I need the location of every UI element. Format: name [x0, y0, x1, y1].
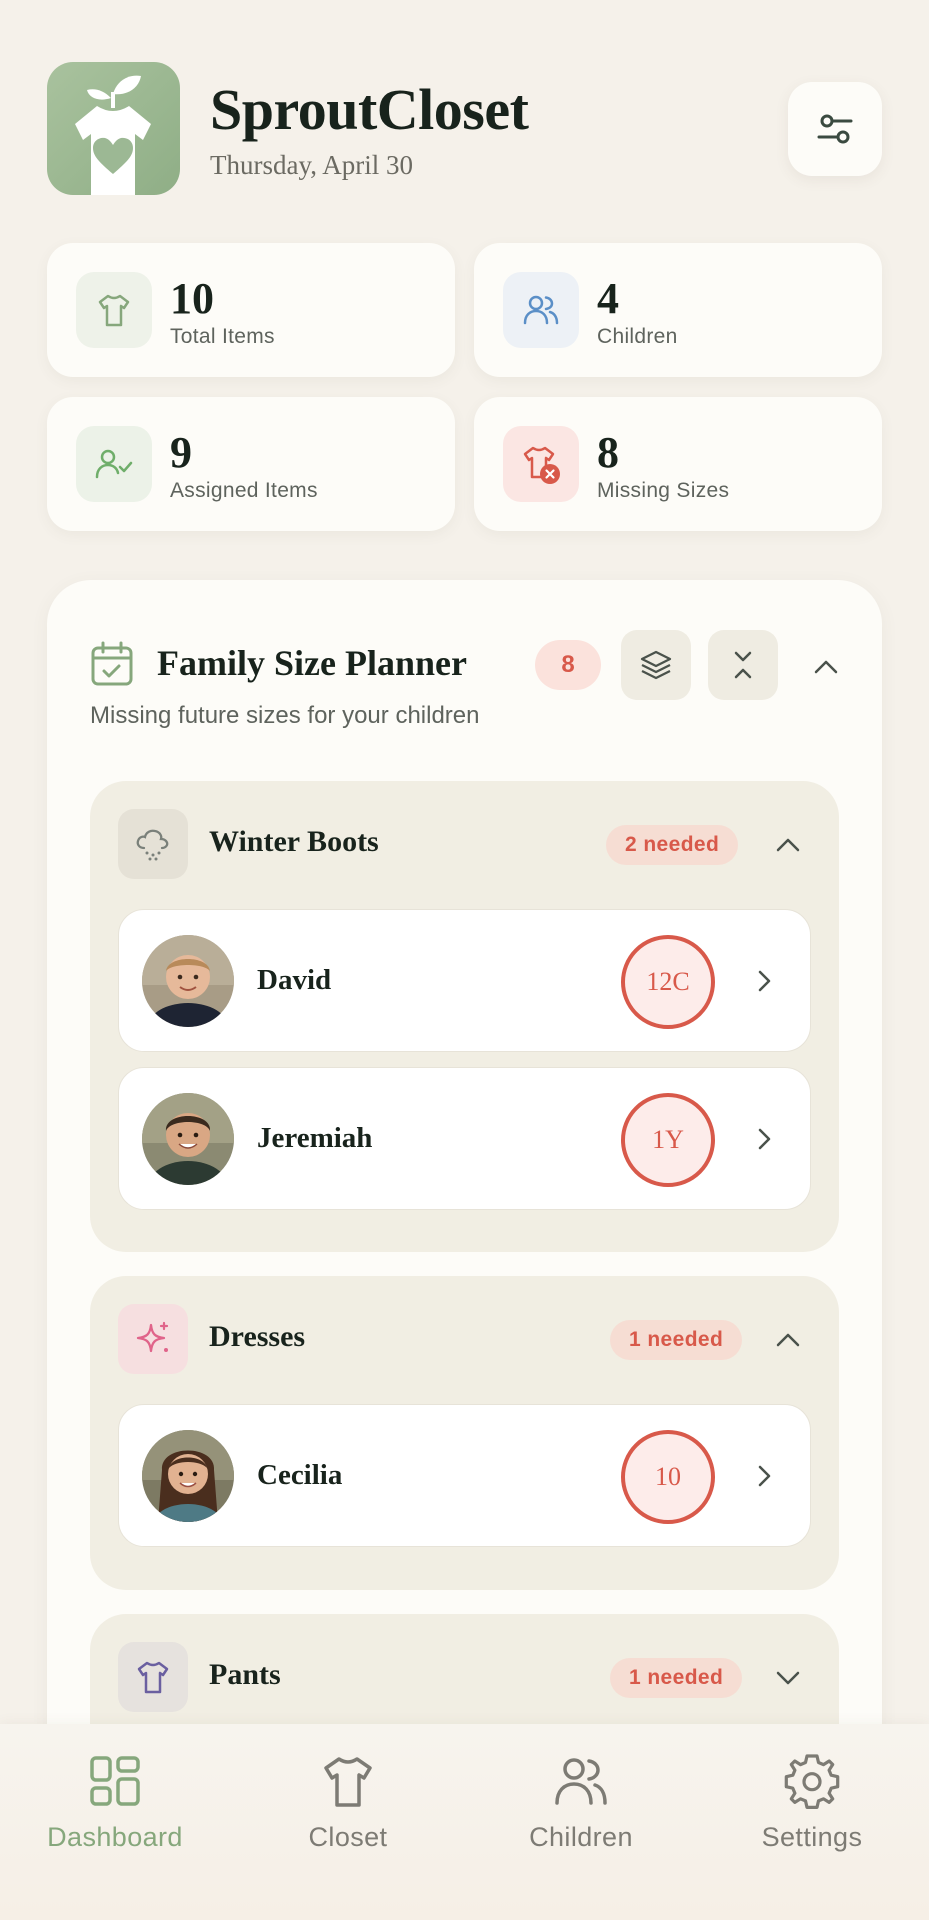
missing-count-badge: 8 [535, 640, 601, 690]
filter-button[interactable] [788, 82, 882, 176]
shirt-icon [118, 1642, 188, 1712]
chevron-right-icon [748, 1460, 780, 1492]
chevron-down-icon[interactable] [772, 1662, 804, 1694]
current-date: Thursday, April 30 [210, 150, 413, 180]
size-group-dresses: Dresses 1 needed Cecilia 10 [90, 1276, 839, 1590]
stat-card-total-items[interactable]: 10 Total Items [47, 243, 455, 377]
stat-value: 10 [170, 274, 214, 323]
avatar [142, 935, 234, 1027]
child-name: Jeremiah [257, 1122, 373, 1154]
grid-icon [25, 1748, 205, 1814]
child-row-david[interactable]: David 12C [118, 909, 811, 1052]
shirt-missing-icon [503, 426, 579, 502]
chevron-up-icon [814, 660, 838, 674]
user-check-icon [76, 426, 152, 502]
stat-label: Assigned Items [170, 479, 318, 502]
sprout-shirt-heart-icon [75, 75, 151, 195]
gear-icon [722, 1748, 902, 1814]
nav-label: Closet [308, 1822, 388, 1852]
group-header[interactable]: Pants 1 needed [118, 1642, 818, 1712]
stat-value: 8 [597, 428, 619, 477]
planner-subtitle: Missing future sizes for your children [90, 702, 480, 729]
collapse-all-icon [734, 651, 752, 679]
calendar-check-icon [91, 641, 133, 686]
nav-settings[interactable]: Settings [722, 1748, 902, 1853]
missing-size: 12C [621, 935, 715, 1029]
avatar [142, 1430, 234, 1522]
group-header[interactable]: Winter Boots 2 needed [118, 809, 818, 879]
users-icon [503, 272, 579, 348]
layers-icon [640, 650, 672, 680]
stat-card-missing-sizes[interactable]: 8 Missing Sizes [474, 397, 882, 531]
nav-closet[interactable]: Closet [258, 1748, 438, 1853]
child-name: David [257, 964, 332, 996]
needed-badge: 1 needed [610, 1320, 743, 1360]
bottom-navigation: Dashboard Closet Children Settings [0, 1724, 929, 1920]
needed-badge: 1 needed [610, 1658, 743, 1698]
group-name: Dresses [209, 1320, 306, 1353]
snow-cloud-icon [118, 809, 188, 879]
stat-card-children[interactable]: 4 Children [474, 243, 882, 377]
users-icon [491, 1748, 671, 1814]
nav-label: Settings [761, 1822, 863, 1852]
nav-children[interactable]: Children [491, 1748, 671, 1853]
planner-collapse-toggle[interactable] [809, 650, 843, 684]
sliders-icon [817, 114, 853, 144]
group-name: Winter Boots [209, 825, 379, 858]
layers-button[interactable] [621, 630, 691, 700]
group-name: Pants [209, 1658, 281, 1691]
app-logo [47, 62, 180, 195]
chevron-up-icon[interactable] [772, 829, 804, 861]
child-row-jeremiah[interactable]: Jeremiah 1Y [118, 1067, 811, 1210]
shirt-icon [258, 1748, 438, 1814]
group-header[interactable]: Dresses 1 needed [118, 1304, 818, 1374]
missing-size: 10 [621, 1430, 715, 1524]
sparkle-icon [118, 1304, 188, 1374]
nav-label: Children [529, 1822, 633, 1852]
nav-dashboard[interactable]: Dashboard [25, 1748, 205, 1853]
nav-label: Dashboard [47, 1822, 183, 1852]
needed-badge: 2 needed [606, 825, 739, 865]
chevron-up-icon[interactable] [772, 1324, 804, 1356]
child-name: Cecilia [257, 1459, 343, 1491]
size-group-winter-boots: Winter Boots 2 needed David 12C Jeremiah… [90, 781, 839, 1252]
stat-label: Missing Sizes [597, 479, 730, 502]
app-header: SproutCloset Thursday, April 30 [47, 62, 882, 196]
app-title: SproutCloset [210, 77, 529, 142]
family-size-planner: Family Size Planner 8 Missing future siz… [47, 580, 882, 1920]
stat-value: 9 [170, 428, 192, 477]
stat-label: Total Items [170, 325, 275, 348]
chevron-right-icon [748, 1123, 780, 1155]
planner-title: Family Size Planner [157, 643, 467, 683]
planner-header: Family Size Planner 8 [90, 628, 850, 708]
missing-size: 1Y [621, 1093, 715, 1187]
child-row-cecilia[interactable]: Cecilia 10 [118, 1404, 811, 1547]
chevron-right-icon [748, 965, 780, 997]
avatar [142, 1093, 234, 1185]
stat-value: 4 [597, 274, 619, 323]
shirt-icon [76, 272, 152, 348]
collapse-all-button[interactable] [708, 630, 778, 700]
stat-card-assigned-items[interactable]: 9 Assigned Items [47, 397, 455, 531]
stat-label: Children [597, 325, 678, 348]
